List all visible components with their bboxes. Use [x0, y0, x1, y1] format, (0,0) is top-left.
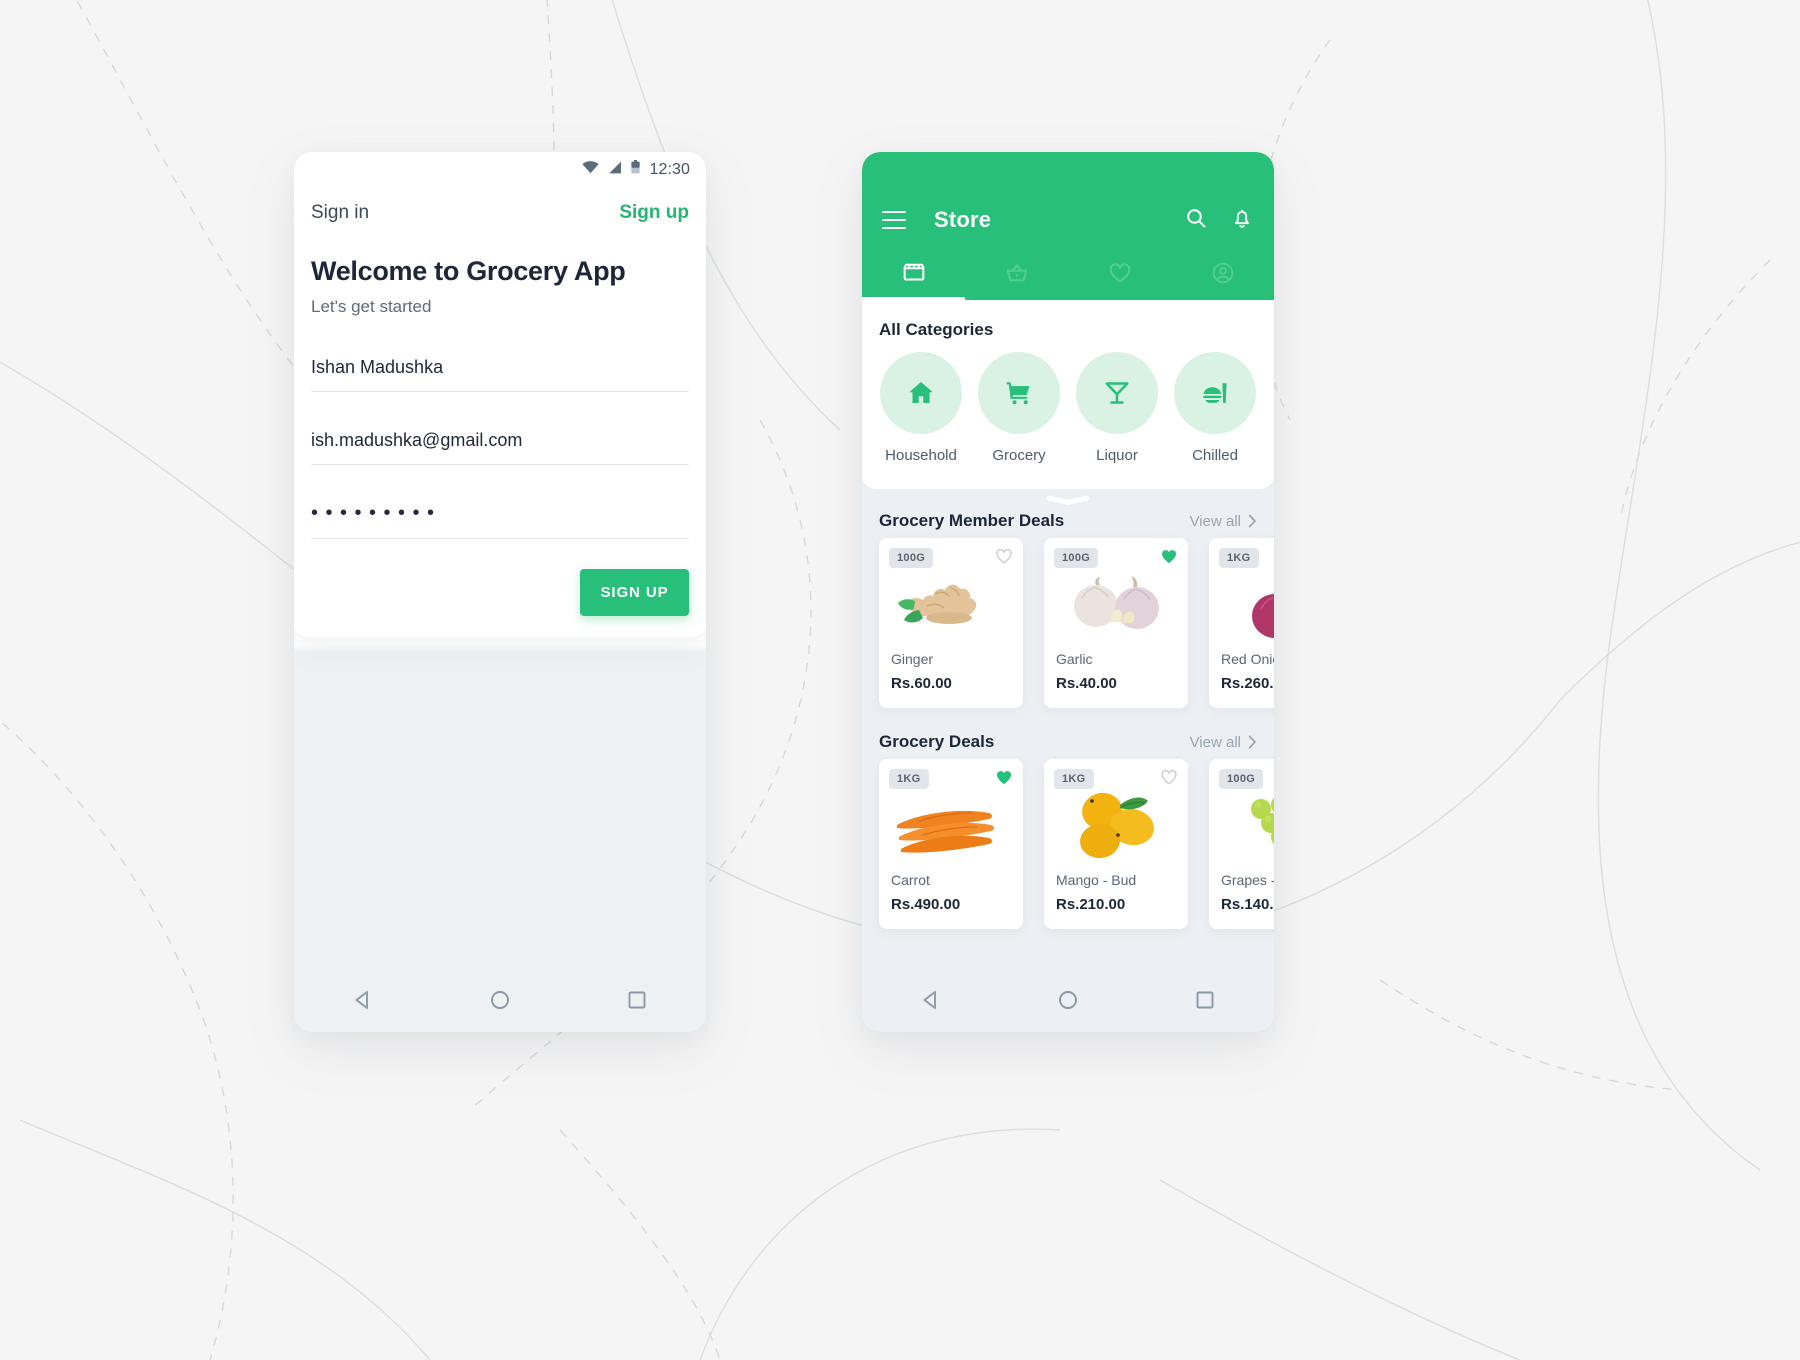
heart-icon	[1107, 260, 1133, 291]
signal-icon	[608, 161, 622, 179]
product-name: Carrot	[891, 872, 930, 888]
name-field[interactable]: Ishan Madushka	[311, 357, 689, 392]
deals-scroll-area[interactable]: Grocery Member Deals View all 100G Ginge…	[862, 504, 1274, 974]
store-phone: Store All Categories Household Grocery L…	[862, 152, 1274, 1032]
product-name: Red Onions	[1221, 651, 1274, 667]
page-title: Welcome to Grocery App	[311, 256, 626, 286]
chevron-right-icon	[1248, 735, 1256, 749]
password-field[interactable]: •••••••••	[311, 502, 689, 539]
product-price: Rs.40.00	[1056, 675, 1117, 692]
product-card[interactable]: 100G	[1044, 538, 1188, 708]
tab-signup[interactable]: Sign up	[619, 202, 689, 224]
back-triangle-icon[interactable]	[351, 988, 375, 1017]
product-price: Rs.490.00	[891, 896, 961, 913]
app-bar: Store	[862, 152, 1274, 300]
tab-store[interactable]	[862, 250, 965, 300]
wifi-icon	[582, 160, 600, 179]
mango-image	[1080, 792, 1154, 859]
back-triangle-icon[interactable]	[919, 988, 943, 1017]
android-navbar-right	[862, 972, 1274, 1032]
signup-card: 12:30 Sign in Sign up Welcome to Grocery…	[294, 152, 706, 637]
product-row-grocery-deals: 1KG Carrot Rs.490.00 1KG Mango - Bud Rs.…	[862, 759, 1274, 929]
category-chilled[interactable]: Chilled	[1169, 352, 1261, 464]
categories-panel: All Categories Household Grocery Liquor …	[862, 300, 1274, 489]
product-row-member-deals: 100G Ginger Rs.60.00 100G Garlic Rs.40.0…	[862, 538, 1274, 708]
status-time: 12:30	[649, 160, 690, 178]
store-tabs	[862, 250, 1274, 300]
tab-basket[interactable]	[965, 250, 1068, 300]
signup-button[interactable]: SIGN UP	[580, 569, 689, 616]
product-price: Rs.60.00	[891, 675, 952, 692]
garlic-image	[1074, 576, 1159, 629]
email-field[interactable]: ish.madushka@gmail.com	[311, 430, 689, 465]
category-label: Grocery	[992, 447, 1046, 464]
view-all-member-deals[interactable]: View all	[1190, 513, 1257, 530]
battery-icon	[631, 160, 641, 179]
fast-food-icon	[1174, 352, 1256, 434]
category-label: Household	[885, 447, 957, 464]
ginger-image	[898, 584, 977, 624]
grapes-image	[1251, 797, 1274, 845]
product-card[interactable]: 100G Ginger Rs.60.00	[879, 538, 1023, 708]
product-card[interactable]: 100G	[1209, 759, 1274, 929]
storefront-icon	[901, 260, 927, 291]
home-circle-icon[interactable]	[488, 988, 512, 1017]
basket-icon	[1004, 260, 1030, 291]
product-name: Ginger	[891, 651, 934, 667]
section-title: Grocery Member Deals	[879, 511, 1065, 530]
category-grocery[interactable]: Grocery	[973, 352, 1065, 464]
carrot-image	[897, 810, 994, 853]
section-title: Grocery Deals	[879, 732, 995, 751]
section-header-grocery-deals: Grocery Deals View all	[862, 725, 1274, 759]
status-bar: 12:30	[582, 160, 690, 179]
product-name: Garlic	[1056, 651, 1093, 667]
cocktail-glass-icon	[1076, 352, 1158, 434]
screenshot-root: 12:30 Sign in Sign up Welcome to Grocery…	[0, 0, 1800, 1360]
house-icon	[880, 352, 962, 434]
tab-account[interactable]	[1171, 250, 1274, 300]
view-all-grocery-deals[interactable]: View all	[1190, 734, 1257, 751]
view-all-label: View all	[1189, 512, 1241, 530]
product-card[interactable]: 1KG Red Oni Rs.260.	[1209, 538, 1274, 708]
bell-icon[interactable]	[1230, 206, 1254, 235]
auth-tabs: Sign in Sign up	[311, 202, 689, 224]
red-onions-image	[1252, 594, 1274, 638]
product-price: Rs.140.00	[1221, 896, 1274, 913]
page-subtitle: Let's get started	[311, 297, 432, 316]
shopping-cart-icon	[978, 352, 1060, 434]
tab-signin[interactable]: Sign in	[311, 202, 369, 224]
account-circle-icon	[1210, 260, 1236, 291]
recents-square-icon[interactable]	[625, 988, 649, 1017]
category-label: Liquor	[1096, 447, 1138, 464]
category-household[interactable]: Household	[875, 352, 967, 464]
categories-list: Household Grocery Liquor Chilled	[875, 352, 1261, 464]
product-price: Rs.210.00	[1056, 896, 1126, 913]
product-name: Grapes - Green	[1221, 872, 1274, 888]
section-header-member-deals: Grocery Member Deals View all	[862, 504, 1274, 538]
product-price: Rs.260.00	[1221, 675, 1274, 692]
signin-phone: 12:30 Sign in Sign up Welcome to Grocery…	[294, 152, 706, 1032]
search-icon[interactable]	[1184, 206, 1208, 235]
android-navbar-left	[294, 972, 706, 1032]
category-liquor[interactable]: Liquor	[1071, 352, 1163, 464]
home-circle-icon[interactable]	[1056, 988, 1080, 1017]
product-card[interactable]: 1KG Mango - Bud Rs.210.00	[1044, 759, 1188, 929]
chevron-right-icon	[1248, 514, 1256, 528]
hamburger-menu-icon[interactable]	[882, 211, 906, 229]
category-label: Chilled	[1192, 447, 1238, 464]
tab-favourites[interactable]	[1068, 250, 1171, 300]
product-card[interactable]: 1KG Carrot Rs.490.00	[879, 759, 1023, 929]
categories-title: All Categories	[879, 320, 994, 339]
app-title: Store	[934, 207, 992, 232]
chevron-handle-icon[interactable]	[1045, 492, 1091, 505]
recents-square-icon[interactable]	[1193, 988, 1217, 1017]
view-all-label: View all	[1189, 733, 1241, 751]
product-name: Mango - Bud	[1056, 872, 1137, 888]
